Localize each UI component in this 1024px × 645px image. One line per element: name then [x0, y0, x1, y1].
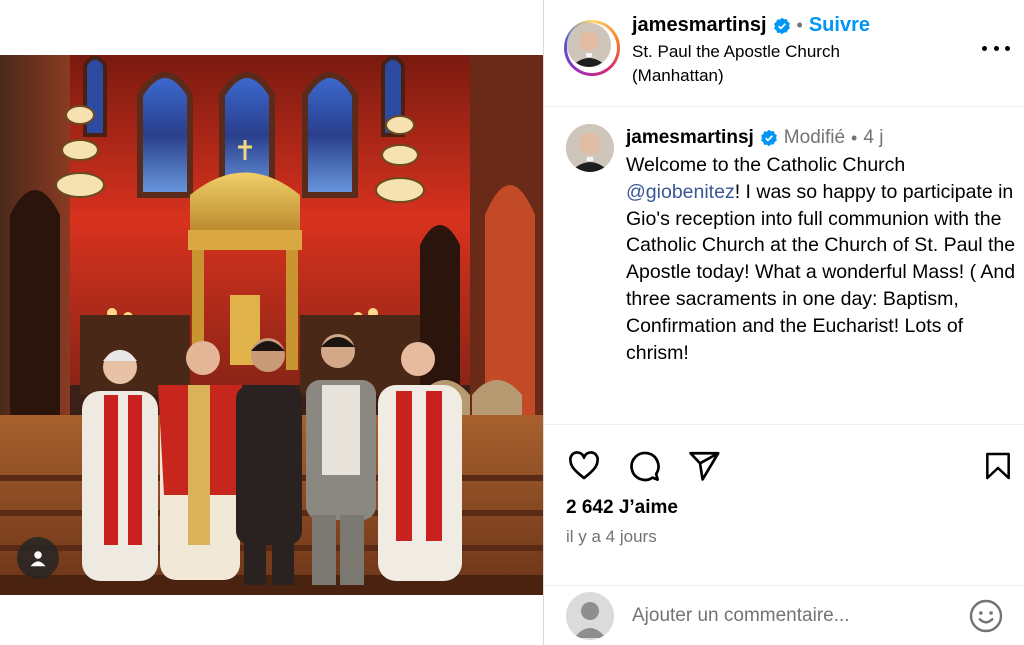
- caption-time[interactable]: 4 j: [863, 127, 883, 149]
- comment-input[interactable]: [632, 602, 932, 630]
- caption-header: jamesmartinsj Modifié • 4 j: [626, 127, 883, 149]
- separator-dot: •: [796, 15, 803, 35]
- share-icon: [689, 451, 720, 481]
- save-button[interactable]: [980, 448, 1016, 484]
- post-photo[interactable]: [0, 55, 543, 595]
- story-ring[interactable]: [564, 20, 620, 76]
- heart-icon: [569, 451, 599, 480]
- likes-count[interactable]: 2 642 J’aime: [566, 497, 678, 519]
- post-timestamp[interactable]: il y a 4 jours: [566, 527, 657, 547]
- author-username[interactable]: jamesmartinsj: [632, 14, 767, 37]
- comment-button[interactable]: [626, 448, 662, 484]
- current-user-avatar: [566, 592, 614, 640]
- bookmark-icon: [986, 452, 1010, 480]
- church-interior-photo: [0, 55, 543, 595]
- share-button[interactable]: [686, 448, 722, 484]
- emoji-button[interactable]: [968, 598, 1004, 634]
- tagged-users-button[interactable]: [17, 537, 59, 579]
- separator-dot: •: [851, 127, 858, 148]
- post-header: jamesmartinsj • Suivre St. Paul the Apos…: [544, 0, 1024, 107]
- post-side-pane: jamesmartinsj • Suivre St. Paul the Apos…: [544, 0, 1024, 645]
- post-location[interactable]: St. Paul the Apostle Church (Manhattan): [632, 40, 932, 88]
- mention-link[interactable]: @giobenitez: [626, 181, 735, 203]
- post-media-pane: [0, 0, 543, 645]
- post-caption: jamesmartinsj Modifié • 4 j Welcome to t…: [544, 107, 1024, 425]
- follow-button[interactable]: Suivre: [809, 14, 870, 37]
- user-tag-icon: [30, 551, 46, 567]
- comment-icon: [630, 451, 660, 482]
- comment-bar: [544, 585, 1024, 645]
- action-bar: [544, 440, 1024, 490]
- edited-label: Modifié: [783, 127, 846, 148]
- header-name-row: jamesmartinsj • Suivre: [632, 14, 870, 37]
- caption-text-start: Welcome to the Catholic Church: [626, 154, 906, 176]
- caption-text-end: ! I was so happy to participate in Gio's…: [626, 180, 1016, 364]
- default-avatar-icon: [566, 592, 614, 640]
- more-options-icon[interactable]: [982, 38, 1010, 58]
- emoji-icon: [969, 599, 1003, 633]
- like-button[interactable]: [566, 448, 602, 484]
- caption-username[interactable]: jamesmartinsj: [626, 127, 754, 149]
- caption-avatar[interactable]: [566, 124, 614, 172]
- verified-badge-icon: [760, 129, 778, 147]
- verified-badge-icon: [773, 17, 791, 35]
- avatar[interactable]: [567, 23, 611, 67]
- caption-text: Welcome to the Catholic Church @giobenit…: [626, 152, 1018, 366]
